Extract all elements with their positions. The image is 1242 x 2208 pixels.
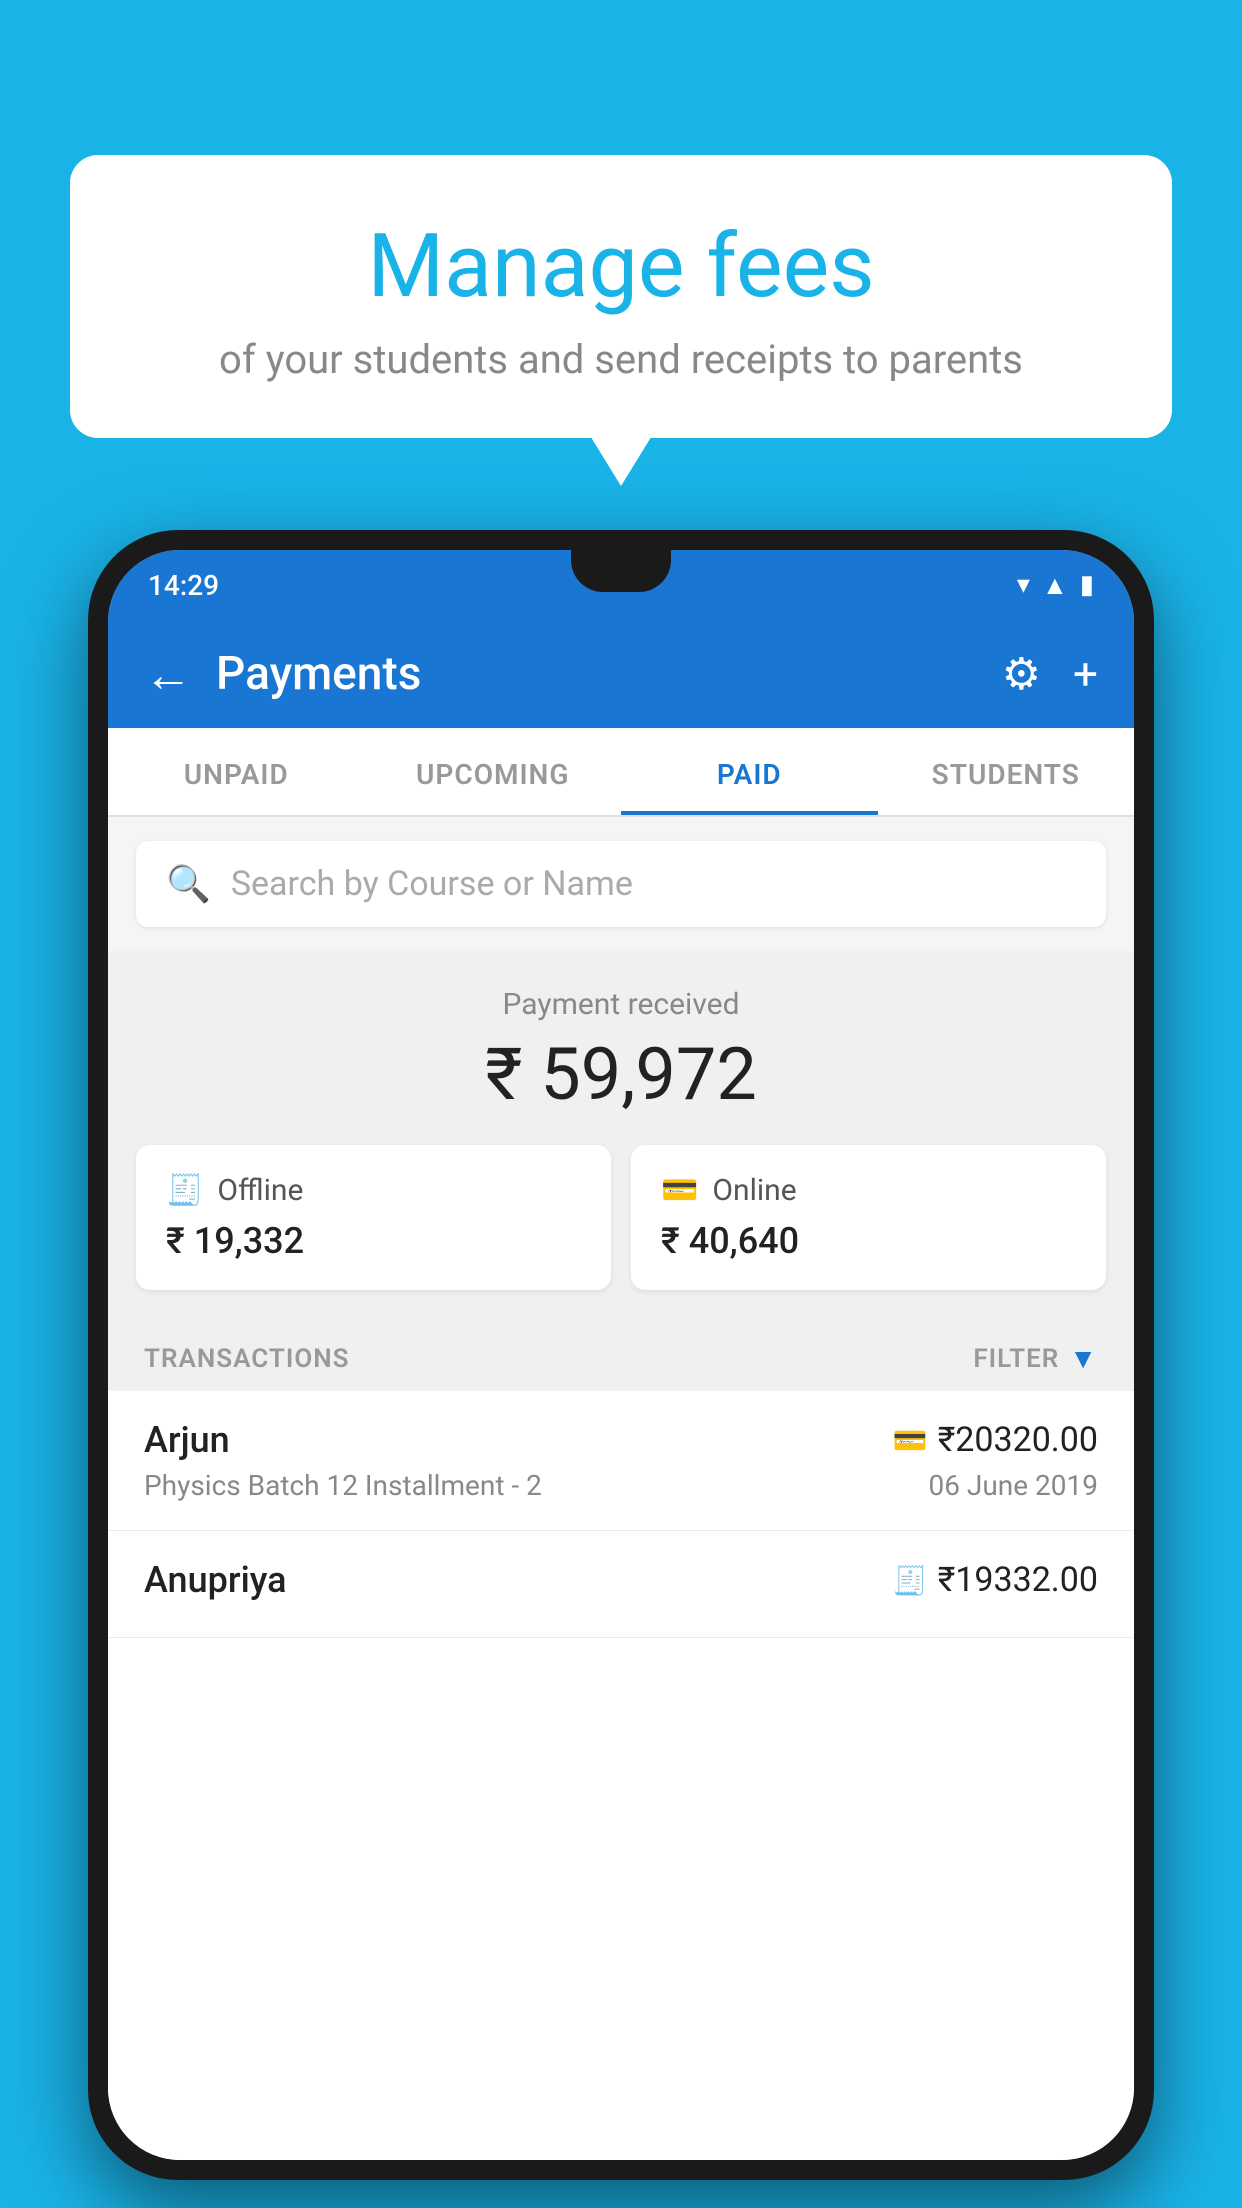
payment-received-amount: ₹ 59,972: [108, 1032, 1134, 1117]
status-time: 14:29: [148, 569, 219, 602]
content-area: 🔍 Search by Course or Name Payment recei…: [108, 817, 1134, 2160]
tx-row-top-1: Anupriya 🧾 ₹19332.00: [144, 1559, 1098, 1601]
tx-cash-icon-1: 🧾: [893, 1564, 928, 1597]
phone-outer: 14:29 ▾ ▲ ▮ ← Payments ⚙ + UNPAID: [88, 530, 1154, 2180]
tab-upcoming[interactable]: UPCOMING: [365, 728, 622, 815]
tx-amount-wrap-0: 💳 ₹20320.00: [893, 1420, 1098, 1460]
tabs-bar: UNPAID UPCOMING PAID STUDENTS: [108, 728, 1134, 817]
signal-icon: ▲: [1042, 570, 1068, 601]
tx-date-0: 06 June 2019: [928, 1469, 1098, 1502]
payment-cards-row: 🧾 Offline ₹ 19,332 💳 Online ₹ 40,640: [108, 1145, 1134, 1322]
tx-name-1: Anupriya: [144, 1559, 287, 1601]
top-bar: ← Payments ⚙ +: [108, 620, 1134, 728]
status-bar: 14:29 ▾ ▲ ▮: [108, 550, 1134, 620]
phone-inner: 14:29 ▾ ▲ ▮ ← Payments ⚙ + UNPAID: [108, 550, 1134, 2160]
tx-amount-wrap-1: 🧾 ₹19332.00: [893, 1560, 1098, 1600]
tx-card-icon-0: 💳: [893, 1424, 928, 1457]
tab-unpaid[interactable]: UNPAID: [108, 728, 365, 815]
transactions-label: TRANSACTIONS: [144, 1344, 350, 1374]
tx-amount-0: ₹20320.00: [938, 1420, 1098, 1460]
tx-row-top-0: Arjun 💳 ₹20320.00: [144, 1419, 1098, 1461]
tx-row-bottom-0: Physics Batch 12 Installment - 2 06 June…: [144, 1469, 1098, 1502]
table-row[interactable]: Arjun 💳 ₹20320.00 Physics Batch 12 Insta…: [108, 1391, 1134, 1531]
payment-received-label: Payment received: [108, 987, 1134, 1022]
filter-label: FILTER: [973, 1344, 1059, 1374]
online-card-top: 💳 Online: [661, 1173, 1076, 1208]
phone-wrapper: 14:29 ▾ ▲ ▮ ← Payments ⚙ + UNPAID: [88, 530, 1154, 2208]
search-placeholder: Search by Course or Name: [231, 864, 633, 904]
filter-button[interactable]: FILTER ▼: [973, 1342, 1098, 1375]
settings-icon[interactable]: ⚙: [1002, 648, 1041, 700]
tx-amount-1: ₹19332.00: [938, 1560, 1098, 1600]
speech-bubble: Manage fees of your students and send re…: [70, 155, 1172, 438]
offline-label: Offline: [217, 1173, 303, 1208]
transaction-list: Arjun 💳 ₹20320.00 Physics Batch 12 Insta…: [108, 1391, 1134, 2160]
online-icon: 💳: [661, 1173, 698, 1208]
bubble-subtitle: of your students and send receipts to pa…: [120, 336, 1122, 383]
online-label: Online: [712, 1173, 796, 1208]
add-icon[interactable]: +: [1073, 648, 1098, 700]
online-card: 💳 Online ₹ 40,640: [631, 1145, 1106, 1290]
search-icon: 🔍: [166, 863, 211, 905]
online-amount: ₹ 40,640: [661, 1220, 1076, 1262]
battery-icon: ▮: [1080, 570, 1094, 600]
search-bar-wrap: 🔍 Search by Course or Name: [108, 817, 1134, 951]
status-icons: ▾ ▲ ▮: [1017, 570, 1094, 601]
page-title: Payments: [216, 647, 978, 701]
offline-icon: 🧾: [166, 1173, 203, 1208]
search-bar[interactable]: 🔍 Search by Course or Name: [136, 841, 1106, 927]
tx-name-0: Arjun: [144, 1419, 230, 1461]
notch-cutout: [571, 550, 671, 592]
offline-amount: ₹ 19,332: [166, 1220, 581, 1262]
top-bar-icons: ⚙ +: [1002, 648, 1098, 700]
offline-card-top: 🧾 Offline: [166, 1173, 581, 1208]
filter-icon: ▼: [1069, 1342, 1098, 1375]
offline-card: 🧾 Offline ₹ 19,332: [136, 1145, 611, 1290]
back-button[interactable]: ←: [144, 646, 192, 703]
tab-paid[interactable]: PAID: [621, 728, 878, 815]
tx-course-0: Physics Batch 12 Installment - 2: [144, 1469, 542, 1502]
table-row[interactable]: Anupriya 🧾 ₹19332.00: [108, 1531, 1134, 1638]
bubble-title: Manage fees: [120, 215, 1122, 318]
payment-received-section: Payment received ₹ 59,972: [108, 951, 1134, 1145]
wifi-icon: ▾: [1017, 570, 1030, 600]
tab-students[interactable]: STUDENTS: [878, 728, 1135, 815]
transactions-header: TRANSACTIONS FILTER ▼: [108, 1322, 1134, 1391]
